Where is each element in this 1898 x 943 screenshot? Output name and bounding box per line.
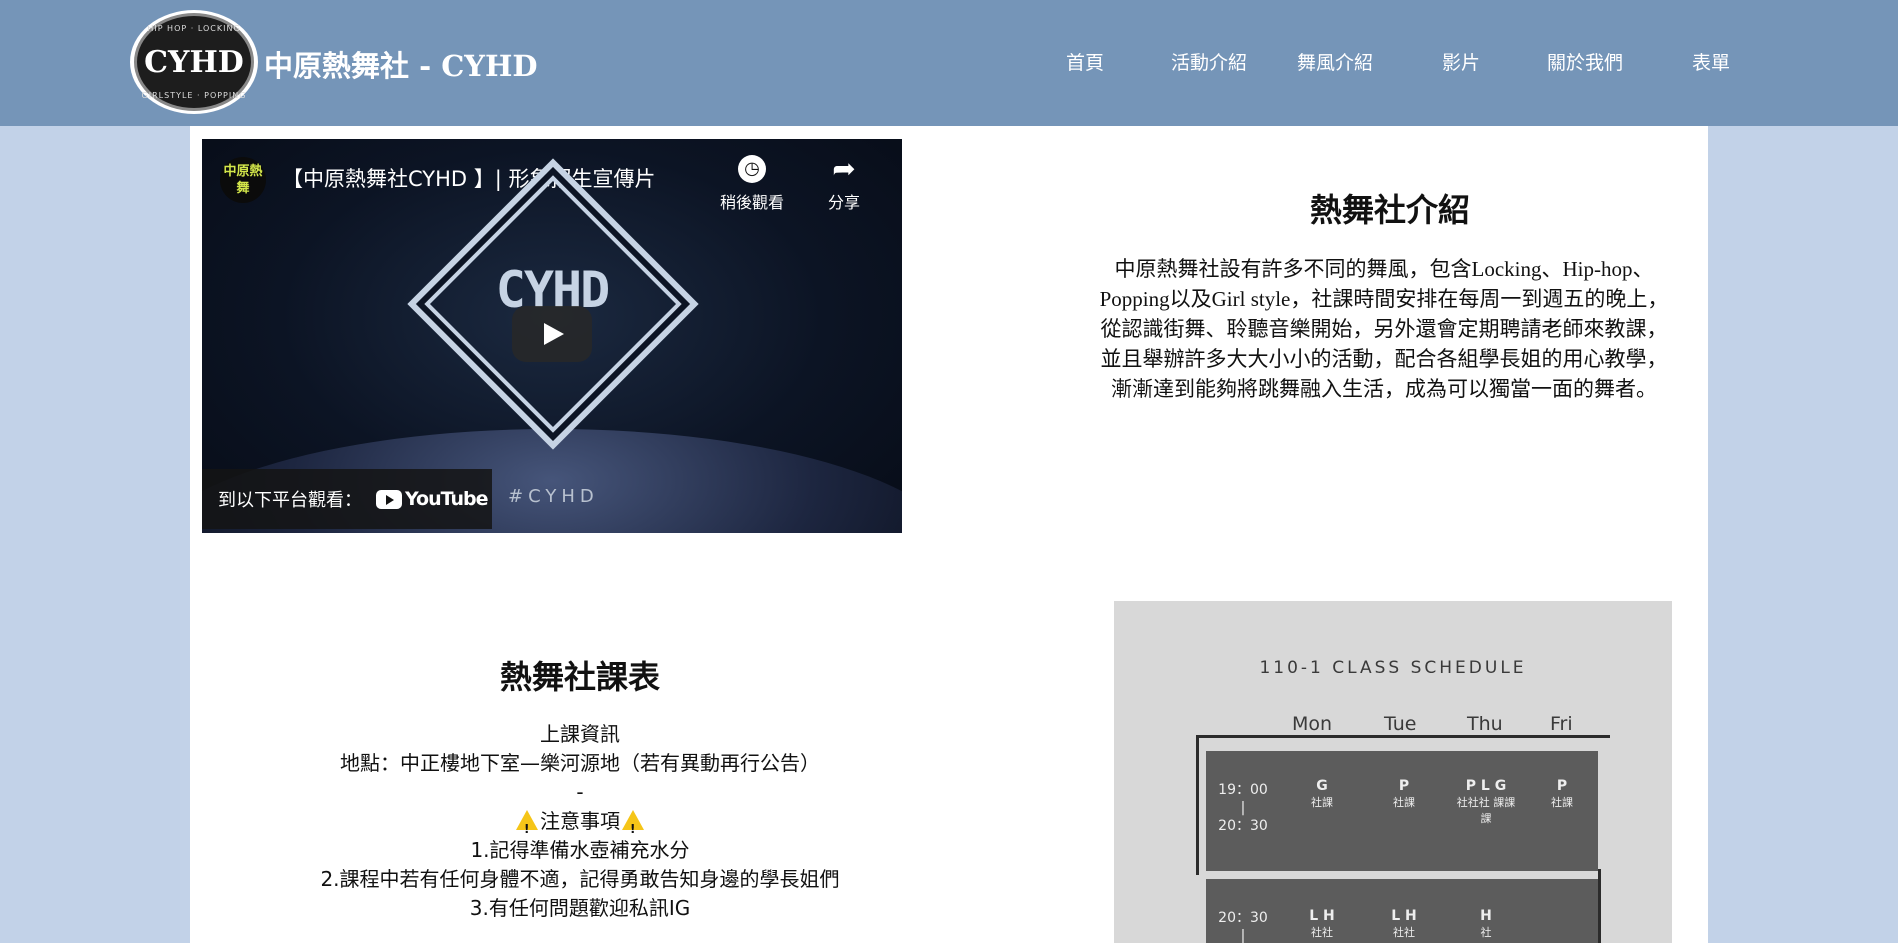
schedule-cell: L H 社社 — [1296, 907, 1348, 941]
cell-sub: 社課 — [1311, 796, 1333, 809]
schedule-cell: G 社課 — [1302, 777, 1342, 811]
schedule-time: 20：30 | — [1216, 909, 1270, 943]
class-info-heading: 上課資訊 — [540, 722, 620, 746]
warning-icon — [516, 810, 538, 844]
watch-on-label: 到以下平台觀看： — [218, 490, 362, 511]
youtube-wordmark: YouTube — [405, 488, 488, 510]
schedule-heading: 熱舞社課表 — [499, 658, 660, 696]
info-separator: - — [576, 780, 584, 804]
nav-item-form[interactable]: 表單 — [1692, 48, 1730, 75]
cell-code: G — [1316, 778, 1328, 794]
logo-ring-bottom-text: GIRLSTYLE · POPPING — [141, 91, 247, 100]
schedule-cell: P 社課 — [1542, 777, 1582, 811]
main-nav: 首頁 活動介紹 舞風介紹 影片 關於我們 表單 — [0, 48, 1898, 78]
schedule-row: 19：00 | 20：30 G 社課 P 社課 P L G 社社社 課課課 P … — [1206, 751, 1598, 871]
nav-item-videos[interactable]: 影片 — [1442, 48, 1480, 75]
day-label: Thu — [1467, 713, 1503, 735]
watch-later-label: 稍後觀看 — [720, 193, 785, 212]
cell-sub: 社社 — [1393, 926, 1415, 939]
schedule-row: 20：30 | L H 社社 L H 社社 H 社 — [1206, 879, 1598, 943]
schedule-cell: H 社 — [1466, 907, 1506, 941]
youtube-logo-icon[interactable]: YouTube — [376, 488, 488, 510]
nav-item-home[interactable]: 首頁 — [1066, 48, 1104, 75]
nav-item-activities[interactable]: 活動介紹 — [1171, 48, 1247, 75]
schedule-cell: P L G 社社社 課課課 — [1456, 777, 1516, 827]
nav-item-dance-styles[interactable]: 舞風介紹 — [1297, 48, 1373, 75]
day-label: Fri — [1550, 713, 1573, 735]
schedule-info: 上課資訊 地點：中正樓地下室—樂河源地（若有異動再行公告） - 注意事項 1.記… — [280, 720, 880, 923]
class-schedule-image: 110-1 CLASS SCHEDULE Mon Tue Thu Fri 19：… — [1114, 601, 1672, 943]
day-label: Mon — [1292, 713, 1333, 735]
video-title[interactable]: 【中原熱舞社CYHD 】| 形象招生宣傳片 — [282, 163, 656, 193]
intro-paragraph: 中原熱舞社設有許多不同的舞風，包含Locking、Hip-hop、Popping… — [1099, 257, 1669, 401]
nav-item-about-us[interactable]: 關於我們 — [1547, 48, 1623, 75]
cell-code: P — [1556, 778, 1568, 794]
schedule-frame-line — [1598, 869, 1601, 943]
share-button[interactable]: ➦ 分享 — [828, 155, 860, 213]
cell-sub: 社社社 課課課 — [1456, 796, 1516, 825]
logo-ring-top-text: HIP HOP · LOCKING — [147, 24, 241, 33]
clock-icon: ◷ — [738, 155, 766, 183]
channel-avatar-icon[interactable]: 中原熱舞 — [220, 157, 266, 203]
schedule-cell: P 社課 — [1384, 777, 1424, 811]
time-start: 19：00 — [1218, 782, 1268, 798]
notice-heading-row: 注意事項 — [280, 807, 880, 844]
intro-heading: 熱舞社介紹 — [1309, 191, 1470, 229]
time-separator: | — [1240, 928, 1246, 943]
cell-code: P — [1398, 778, 1410, 794]
youtube-play-icon — [376, 489, 402, 509]
watch-on-youtube-bar[interactable]: 到以下平台觀看： YouTube — [202, 469, 492, 529]
notice-heading: 注意事項 — [540, 809, 620, 833]
schedule-image-title: 110-1 CLASS SCHEDULE — [1259, 658, 1527, 678]
notice-item: 1.記得準備水壺補充水分 — [470, 838, 690, 862]
share-arrow-icon: ➦ — [832, 152, 856, 185]
share-label: 分享 — [828, 193, 861, 212]
video-hashtag: #CYHD — [508, 486, 599, 507]
youtube-video-embed[interactable]: 中原熱舞 【中原熱舞社CYHD 】| 形象招生宣傳片 ◷ 稍後觀看 ➦ 分享 C… — [202, 139, 902, 533]
time-start: 20：30 — [1218, 910, 1268, 926]
watch-later-button[interactable]: ◷ 稍後觀看 — [720, 155, 784, 213]
cell-code: L H — [1309, 908, 1335, 924]
cell-sub: 社社 — [1311, 926, 1333, 939]
play-button-icon[interactable] — [512, 306, 592, 362]
class-location: 地點：中正樓地下室—樂河源地（若有異動再行公告） — [340, 751, 820, 775]
cell-code: L H — [1391, 908, 1417, 924]
site-header: HIP HOP · LOCKING CYHD GIRLSTYLE · POPPI… — [0, 0, 1898, 126]
cell-code: H — [1480, 908, 1492, 924]
schedule-cell: L H 社社 — [1378, 907, 1430, 941]
time-separator: | — [1240, 800, 1246, 816]
day-label: Tue — [1384, 713, 1417, 735]
cell-sub: 社課 — [1551, 796, 1573, 809]
notice-item: 2.課程中若有任何身體不適，記得勇敢告知身邊的學長姐們 — [320, 867, 840, 891]
schedule-time: 19：00 | 20：30 — [1216, 781, 1270, 835]
cell-sub: 社課 — [1393, 796, 1415, 809]
cell-code: P L G — [1465, 778, 1507, 794]
notice-item: 3.有任何問題歡迎私訊IG — [469, 896, 691, 920]
cell-sub: 社 — [1480, 926, 1492, 939]
time-end: 20：30 — [1218, 818, 1268, 834]
warning-icon — [622, 810, 644, 844]
